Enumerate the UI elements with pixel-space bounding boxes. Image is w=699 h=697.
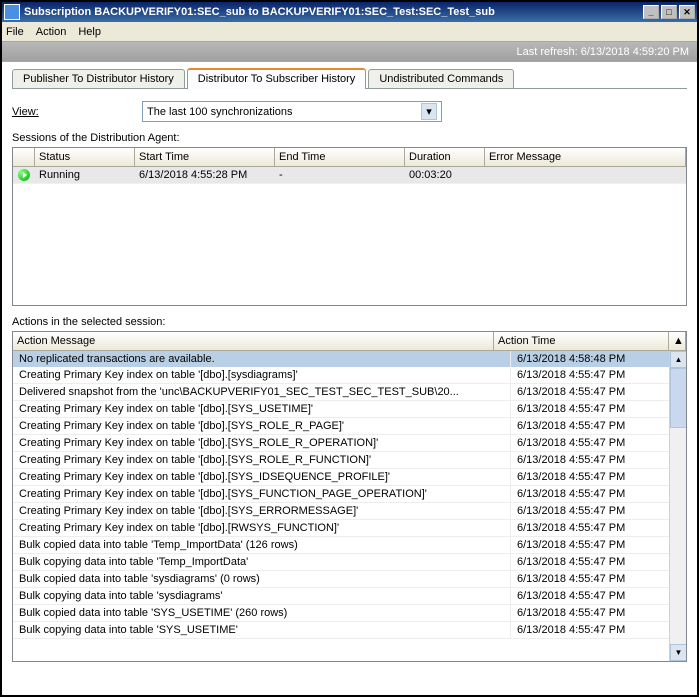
action-message: Creating Primary Key index on table '[db… <box>13 520 511 536</box>
action-time: 6/13/2018 4:55:47 PM <box>511 588 686 604</box>
sessions-grid: Status Start Time End Time Duration Erro… <box>12 147 687 306</box>
menu-file[interactable]: File <box>6 26 24 38</box>
status-strip: Last refresh: 6/13/2018 4:59:20 PM <box>2 42 697 62</box>
action-time: 6/13/2018 4:55:47 PM <box>511 384 686 400</box>
action-time: 6/13/2018 4:55:47 PM <box>511 401 686 417</box>
window-title: Subscription BACKUPVERIFY01:SEC_sub to B… <box>24 6 643 18</box>
action-message: Creating Primary Key index on table '[db… <box>13 401 511 417</box>
col-status[interactable]: Status <box>35 148 135 166</box>
action-message: Bulk copied data into table 'SYS_USETIME… <box>13 605 511 621</box>
menu-help[interactable]: Help <box>78 26 101 38</box>
action-time: 6/13/2018 4:58:48 PM <box>511 351 686 367</box>
action-message: Creating Primary Key index on table '[db… <box>13 486 511 502</box>
action-message: Bulk copying data into table 'Temp_Impor… <box>13 554 511 570</box>
action-message: Bulk copying data into table 'sysdiagram… <box>13 588 511 604</box>
action-message: Creating Primary Key index on table '[db… <box>13 469 511 485</box>
col-start-time[interactable]: Start Time <box>135 148 275 166</box>
action-time: 6/13/2018 4:55:47 PM <box>511 503 686 519</box>
cell-start: 6/13/2018 4:55:28 PM <box>135 167 275 183</box>
menu-action[interactable]: Action <box>36 26 67 38</box>
action-row[interactable]: Creating Primary Key index on table '[db… <box>13 520 686 537</box>
col-duration[interactable]: Duration <box>405 148 485 166</box>
action-time: 6/13/2018 4:55:47 PM <box>511 554 686 570</box>
action-time: 6/13/2018 4:55:47 PM <box>511 605 686 621</box>
action-time: 6/13/2018 4:55:47 PM <box>511 469 686 485</box>
action-row[interactable]: Creating Primary Key index on table '[db… <box>13 418 686 435</box>
app-icon <box>4 4 20 20</box>
action-message: Creating Primary Key index on table '[db… <box>13 503 511 519</box>
action-time: 6/13/2018 4:55:47 PM <box>511 452 686 468</box>
tab-publisher-history[interactable]: Publisher To Distributor History <box>12 69 185 88</box>
scroll-head[interactable]: ▲ <box>669 332 686 350</box>
col-icon[interactable] <box>13 148 35 166</box>
action-row[interactable]: No replicated transactions are available… <box>13 351 686 367</box>
action-time: 6/13/2018 4:55:47 PM <box>511 571 686 587</box>
action-row[interactable]: Bulk copied data into table 'SYS_USETIME… <box>13 605 686 622</box>
minimize-button[interactable]: _ <box>643 5 659 19</box>
session-row[interactable]: Running 6/13/2018 4:55:28 PM - 00:03:20 <box>13 167 686 184</box>
action-time: 6/13/2018 4:55:47 PM <box>511 622 686 638</box>
sessions-label: Sessions of the Distribution Agent: <box>12 132 687 144</box>
cell-end: - <box>275 167 405 183</box>
titlebar[interactable]: Subscription BACKUPVERIFY01:SEC_sub to B… <box>2 2 697 22</box>
action-row[interactable]: Creating Primary Key index on table '[db… <box>13 367 686 384</box>
col-action-message[interactable]: Action Message <box>13 332 494 350</box>
col-action-time[interactable]: Action Time <box>494 332 669 350</box>
cell-status: Running <box>35 167 135 183</box>
action-message: Creating Primary Key index on table '[db… <box>13 452 511 468</box>
action-row[interactable]: Creating Primary Key index on table '[db… <box>13 452 686 469</box>
action-time: 6/13/2018 4:55:47 PM <box>511 367 686 383</box>
action-time: 6/13/2018 4:55:47 PM <box>511 435 686 451</box>
running-icon <box>13 167 35 183</box>
action-message: Creating Primary Key index on table '[db… <box>13 435 511 451</box>
action-row[interactable]: Creating Primary Key index on table '[db… <box>13 435 686 452</box>
cell-duration: 00:03:20 <box>405 167 485 183</box>
action-time: 6/13/2018 4:55:47 PM <box>511 486 686 502</box>
col-error-message[interactable]: Error Message <box>485 148 686 166</box>
maximize-button[interactable]: □ <box>661 5 677 19</box>
view-select-value: The last 100 synchronizations <box>147 106 293 118</box>
tab-undistributed-commands[interactable]: Undistributed Commands <box>368 69 514 88</box>
action-time: 6/13/2018 4:55:47 PM <box>511 537 686 553</box>
action-message: Bulk copying data into table 'SYS_USETIM… <box>13 622 511 638</box>
action-row[interactable]: Bulk copied data into table 'sysdiagrams… <box>13 571 686 588</box>
view-label: View: <box>12 106 142 118</box>
action-message: Bulk copied data into table 'Temp_Import… <box>13 537 511 553</box>
action-row[interactable]: Bulk copied data into table 'Temp_Import… <box>13 537 686 554</box>
actions-label: Actions in the selected session: <box>12 316 687 328</box>
scroll-up-icon[interactable]: ▲ <box>670 351 686 368</box>
close-button[interactable]: ✕ <box>679 5 695 19</box>
action-row[interactable]: Creating Primary Key index on table '[db… <box>13 486 686 503</box>
col-end-time[interactable]: End Time <box>275 148 405 166</box>
scroll-down-icon[interactable]: ▼ <box>670 644 686 661</box>
scroll-thumb[interactable] <box>670 368 686 428</box>
tab-distributor-history[interactable]: Distributor To Subscriber History <box>187 68 367 89</box>
last-refresh-label: Last refresh: 6/13/2018 4:59:20 PM <box>517 46 689 58</box>
scrollbar[interactable]: ▲ ▼ <box>669 351 686 661</box>
action-row[interactable]: Delivered snapshot from the 'unc\BACKUPV… <box>13 384 686 401</box>
action-row[interactable]: Creating Primary Key index on table '[db… <box>13 401 686 418</box>
action-message: Creating Primary Key index on table '[db… <box>13 418 511 434</box>
action-row[interactable]: Bulk copying data into table 'Temp_Impor… <box>13 554 686 571</box>
action-row[interactable]: Bulk copying data into table 'sysdiagram… <box>13 588 686 605</box>
view-select[interactable]: The last 100 synchronizations ▾ <box>142 101 442 122</box>
chevron-down-icon: ▾ <box>421 103 437 120</box>
cell-error <box>485 167 686 183</box>
action-time: 6/13/2018 4:55:47 PM <box>511 418 686 434</box>
actions-grid: Action Message Action Time ▲ No replicat… <box>12 331 687 662</box>
menubar: File Action Help <box>2 22 697 42</box>
tabs: Publisher To Distributor History Distrib… <box>12 68 687 89</box>
action-message: No replicated transactions are available… <box>13 351 511 367</box>
action-message: Delivered snapshot from the 'unc\BACKUPV… <box>13 384 511 400</box>
action-row[interactable]: Creating Primary Key index on table '[db… <box>13 469 686 486</box>
action-time: 6/13/2018 4:55:47 PM <box>511 520 686 536</box>
action-row[interactable]: Bulk copying data into table 'SYS_USETIM… <box>13 622 686 639</box>
action-row[interactable]: Creating Primary Key index on table '[db… <box>13 503 686 520</box>
action-message: Bulk copied data into table 'sysdiagrams… <box>13 571 511 587</box>
action-message: Creating Primary Key index on table '[db… <box>13 367 511 383</box>
